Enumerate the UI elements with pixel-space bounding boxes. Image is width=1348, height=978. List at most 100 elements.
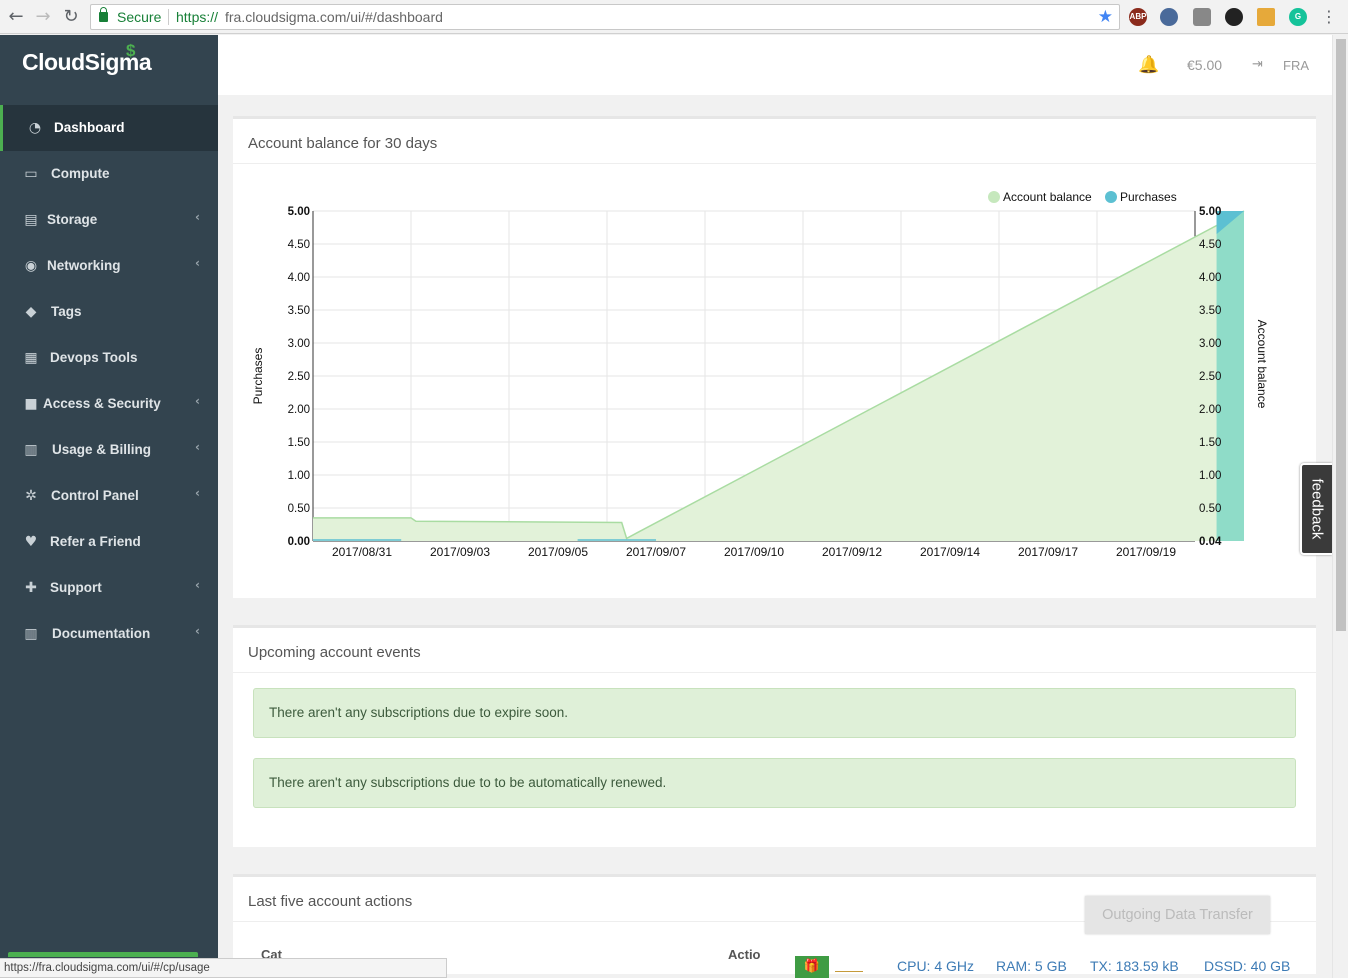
url-path: fra.cloudsigma.com/ui/#/dashboard (225, 9, 443, 25)
reload-icon[interactable]: ↻ (60, 6, 82, 28)
address-divider (168, 9, 169, 25)
medkit-icon: ✚ (25, 580, 37, 596)
legend-swatch-balance (988, 191, 1000, 203)
y-tick-left: 0.50 (288, 503, 310, 515)
secure-label: Secure (117, 9, 162, 25)
panel-divider (233, 672, 1316, 673)
bell-icon[interactable]: 🔔 (1138, 55, 1159, 75)
logout-icon[interactable]: ⇥ (1252, 57, 1263, 72)
usage-dssd[interactable]: DSSD: 40 GB (1204, 958, 1290, 974)
dashboard-icon: ◔ (28, 120, 42, 136)
extension-icon[interactable] (1160, 8, 1178, 26)
balance-panel: Account balance for 30 days 5.00 4.50 4.00… (233, 116, 1316, 598)
sidebar-item-documentation[interactable]: ▥ Documentation ‹ (0, 611, 218, 657)
legend-label-balance: Account balance (1003, 190, 1092, 204)
y-tick-right: 5.00 (1199, 206, 1221, 218)
usage-ram[interactable]: RAM: 5 GB (996, 958, 1067, 974)
sidebar-item-refer-a-friend[interactable]: ♥ Refer a Friend (0, 519, 218, 565)
sidebar-item-usage-billing[interactable]: ▥ Usage & Billing ‹ (0, 427, 218, 473)
sidebar-item-access-security[interactable]: ■ Access & Security ‹ (0, 381, 218, 427)
logo-mark-icon: $ (126, 41, 136, 60)
y-tick-left: 2.50 (288, 371, 310, 383)
sidebar-item-label: Usage & Billing (52, 442, 152, 457)
list-icon: ▦ (24, 350, 38, 366)
lock-icon: ■ (24, 396, 38, 412)
y-tick-right: 3.00 (1199, 338, 1221, 350)
sidebar: CloudSigma $ ◔ Dashboard ▭ Compute ▤ Storage ‹… (0, 35, 218, 960)
sidebar-item-networking[interactable]: ◉ Networking ‹ (0, 243, 218, 289)
sidebar-item-control-panel[interactable]: ✲ Control Panel ‹ (0, 473, 218, 519)
chevron-left-icon: ‹ (195, 624, 200, 638)
y-tick-right: 3.50 (1199, 305, 1221, 317)
grammarly-icon[interactable]: G (1289, 8, 1307, 26)
y-tick-left: 0.00 (288, 536, 310, 548)
sidebar-item-label: Devops Tools (50, 350, 138, 365)
adblock-icon[interactable]: ABP (1129, 8, 1147, 26)
y-tick-left: 3.00 (288, 338, 310, 350)
y-tick-right: 1.00 (1199, 470, 1221, 482)
actions-panel-title: Last five account actions (248, 893, 413, 910)
sidebar-item-label: Networking (47, 258, 121, 273)
account-balance[interactable]: €5.00 (1187, 57, 1222, 73)
x-tick-label: 2017/09/12 (822, 545, 882, 559)
sidebar-item-label: Documentation (52, 626, 151, 641)
bookmark-star-icon[interactable]: ★ (1098, 5, 1113, 29)
sidebar-item-compute[interactable]: ▭ Compute (0, 151, 218, 197)
bank-icon: ▥ (24, 626, 38, 642)
y-tick-right: 0.04 (1199, 536, 1222, 548)
address-bar[interactable]: Secure https:// fra.cloudsigma.com/ui/#/… (90, 4, 1120, 30)
forward-icon[interactable]: → (32, 6, 54, 28)
feedback-tab[interactable]: feedback (1300, 463, 1332, 555)
renew-alert: There aren't any subscriptions due to to… (253, 758, 1296, 808)
y-tick-right: 2.00 (1199, 404, 1221, 416)
x-tick-label: 2017/09/05 (528, 545, 588, 559)
bar-chart-icon: ▥ (24, 442, 38, 458)
sidebar-item-storage[interactable]: ▤ Storage ‹ (0, 197, 218, 243)
heart-icon: ♥ (24, 534, 38, 550)
y-tick-left: 5.00 (288, 206, 310, 218)
extension-dark-icon[interactable] (1225, 8, 1243, 26)
lock-icon (99, 7, 108, 22)
usage-tx[interactable]: TX: 183.59 kB (1090, 958, 1179, 974)
menu-dots-icon[interactable]: ⋮ (1318, 6, 1340, 28)
url-scheme: https:// (176, 9, 219, 25)
sidebar-item-label: Refer a Friend (50, 534, 141, 549)
y-tick-left: 3.50 (288, 305, 310, 317)
legend-swatch-purchases (1105, 191, 1117, 203)
y-tick-left: 1.00 (288, 470, 310, 482)
x-tick-label: 2017/09/14 (920, 545, 980, 559)
legend-label-purchases: Purchases (1120, 190, 1177, 204)
y-tick-right: 0.50 (1199, 503, 1221, 515)
chevron-left-icon: ‹ (195, 210, 200, 224)
sidebar-item-tags[interactable]: ◆ Tags (0, 289, 218, 335)
y-tick-left: 4.00 (288, 272, 310, 284)
y-tick-right: 2.50 (1199, 371, 1221, 383)
back-icon[interactable]: ← (5, 6, 27, 28)
sidebar-item-label: Access & Security (43, 396, 161, 411)
scrollbar-thumb[interactable] (1336, 39, 1346, 631)
bottom-bar: https://fra.cloudsigma.com/ui/#/cp/usage… (0, 952, 1332, 978)
tags-icon: ◆ (25, 304, 37, 320)
balance-chart: 5.00 4.50 4.00 3.50 3.00 2.50 2.00 1.50 1.00 0.50… (251, 190, 1269, 559)
sidebar-item-label: Storage (47, 212, 98, 227)
extension-flag-icon[interactable] (1257, 8, 1275, 26)
chevron-left-icon: ‹ (195, 486, 200, 500)
sidebar-item-dashboard[interactable]: ◔ Dashboard (0, 105, 218, 151)
sidebar-item-label: Control Panel (51, 488, 139, 503)
feedback-label: feedback (1308, 478, 1326, 540)
x-tick-label: 2017/09/03 (430, 545, 490, 559)
gift-icon[interactable]: 🎁 (795, 956, 829, 978)
topbar: 🔔 €5.00 ⇥ FRA (218, 35, 1332, 95)
y-tick-left: 1.50 (288, 437, 310, 449)
page-scrollbar[interactable] (1332, 35, 1348, 978)
x-tick-label: 2017/09/19 (1116, 545, 1176, 559)
chevron-left-icon: ‹ (195, 578, 200, 592)
usage-cpu[interactable]: CPU: 4 GHz (897, 958, 974, 974)
camera-icon[interactable] (1193, 8, 1211, 26)
browser-toolbar: ← → ↻ Secure https:// fra.cloudsigma.com… (0, 0, 1348, 34)
x-tick-label: 2017/09/07 (626, 545, 686, 559)
region-selector[interactable]: FRA (1283, 58, 1309, 73)
sidebar-item-devops-tools[interactable]: ▦ Devops Tools (0, 335, 218, 381)
sidebar-item-support[interactable]: ✚ Support ‹ (0, 565, 218, 611)
gift-connector (835, 971, 863, 972)
